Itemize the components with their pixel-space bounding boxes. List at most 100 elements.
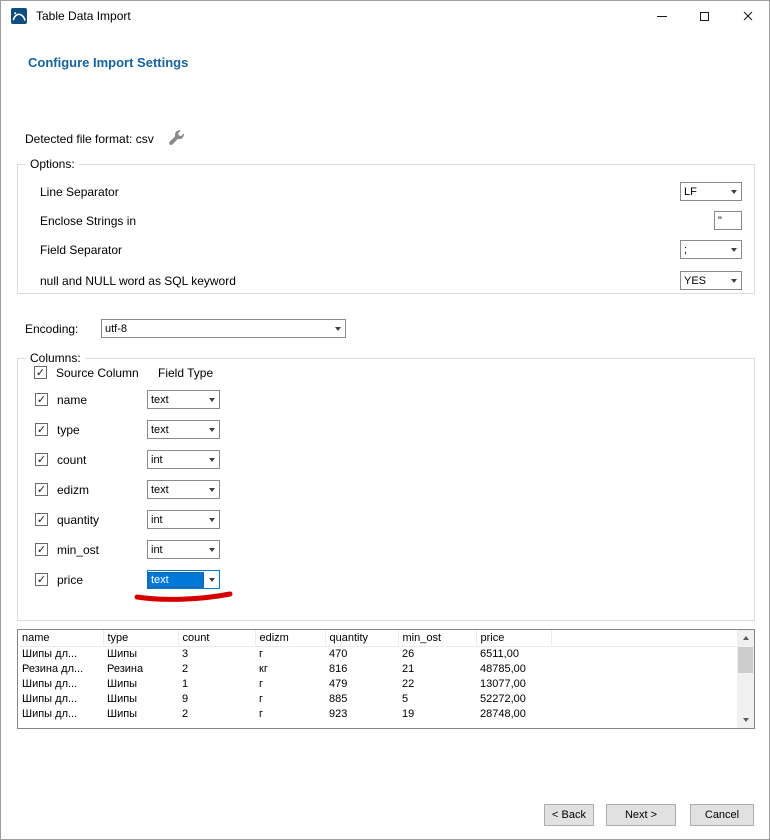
preview-header-row: name type count edizm quantity min_ost p… (18, 630, 737, 646)
cell-filler (551, 706, 737, 721)
cell: Шипы дл... (18, 691, 103, 706)
field-separator-select[interactable]: ; (680, 240, 742, 259)
maximize-button[interactable] (683, 1, 726, 31)
cell-filler (551, 676, 737, 691)
preview-header-name[interactable]: name (18, 630, 103, 646)
line-separator-value: LF (681, 184, 726, 200)
chevron-down-icon (204, 571, 219, 588)
field-type-select-type[interactable]: text (147, 420, 220, 439)
scroll-down-button[interactable] (737, 712, 754, 728)
field-type-select-edizm[interactable]: text (147, 480, 220, 499)
encoding-value: utf-8 (102, 321, 330, 337)
cell: Резина (103, 661, 178, 676)
encoding-label: Encoding: (25, 322, 78, 336)
close-button[interactable] (726, 1, 769, 31)
options-legend: Options: (26, 157, 79, 172)
source-column-header: Source Column (56, 366, 139, 380)
table-row[interactable]: Шипы дл... Шипы 9 г 885 5 52272,00 (18, 691, 737, 706)
cell: 470 (325, 646, 398, 661)
detected-file-format-label: Detected file format: csv (25, 132, 154, 146)
cell: Шипы дл... (18, 646, 103, 661)
table-row[interactable]: Шипы дл... Шипы 1 г 479 22 13077,00 (18, 676, 737, 691)
arrow-down-icon (743, 718, 749, 722)
preview-header-min_ost[interactable]: min_ost (398, 630, 476, 646)
table-row[interactable]: Шипы дл... Шипы 3 г 470 26 6511,00 (18, 646, 737, 661)
preview-header-price[interactable]: price (476, 630, 551, 646)
vertical-scrollbar[interactable] (737, 630, 754, 728)
column-checkbox-edizm[interactable] (35, 483, 48, 496)
cell: 3 (178, 646, 255, 661)
cell: 1 (178, 676, 255, 691)
preview-header-type[interactable]: type (103, 630, 178, 646)
cell: 52272,00 (476, 691, 551, 706)
line-separator-label: Line Separator (40, 185, 119, 199)
field-type-select-min_ost[interactable]: int (147, 540, 220, 559)
cell-filler (551, 691, 737, 706)
minimize-icon (657, 16, 667, 17)
table-row[interactable]: Резина дл... Резина 2 кг 816 21 48785,00 (18, 661, 737, 676)
column-checkbox-name[interactable] (35, 393, 48, 406)
cell: г (255, 646, 325, 661)
mysql-workbench-icon (11, 8, 27, 24)
field-type-select-price[interactable]: text (147, 570, 220, 589)
field-type-value-quantity: int (148, 512, 204, 528)
preview-header-count[interactable]: count (178, 630, 255, 646)
field-separator-label: Field Separator (40, 243, 122, 257)
select-all-columns-checkbox[interactable] (34, 366, 47, 379)
column-row-quantity: quantity int (18, 505, 754, 535)
cancel-button[interactable]: Cancel (690, 804, 754, 826)
arrow-up-icon (743, 636, 749, 640)
cell: 9 (178, 691, 255, 706)
field-type-select-count[interactable]: int (147, 450, 220, 469)
close-icon (743, 11, 753, 21)
table-row[interactable]: Шипы дл... Шипы 2 г 923 19 28748,00 (18, 706, 737, 721)
column-label-quantity: quantity (57, 513, 99, 527)
cell: кг (255, 661, 325, 676)
column-label-edizm: edizm (57, 483, 89, 497)
field-type-value-price: text (148, 572, 204, 588)
field-type-select-quantity[interactable]: int (147, 510, 220, 529)
cell: 48785,00 (476, 661, 551, 676)
chevron-down-icon (204, 481, 219, 498)
scrollbar-thumb[interactable] (738, 647, 753, 673)
column-checkbox-min_ost[interactable] (35, 543, 48, 556)
column-row-min_ost: min_ost int (18, 535, 754, 565)
cell: г (255, 691, 325, 706)
cell: 2 (178, 661, 255, 676)
next-button[interactable]: Next > (606, 804, 676, 826)
titlebar: Table Data Import (1, 1, 769, 31)
cell: 22 (398, 676, 476, 691)
column-checkbox-count[interactable] (35, 453, 48, 466)
cell: 6511,00 (476, 646, 551, 661)
cell: 28748,00 (476, 706, 551, 721)
cell: Резина дл... (18, 661, 103, 676)
column-checkbox-type[interactable] (35, 423, 48, 436)
cell: 885 (325, 691, 398, 706)
cell: г (255, 706, 325, 721)
chevron-down-icon (726, 272, 741, 289)
cell: Шипы (103, 646, 178, 661)
cell: 816 (325, 661, 398, 676)
cell: Шипы (103, 676, 178, 691)
preview-header-quantity[interactable]: quantity (325, 630, 398, 646)
line-separator-select[interactable]: LF (680, 182, 742, 201)
field-type-select-name[interactable]: text (147, 390, 220, 409)
cell: 479 (325, 676, 398, 691)
preview-header-edizm[interactable]: edizm (255, 630, 325, 646)
field-type-value-count: int (148, 452, 204, 468)
enclose-strings-input[interactable] (714, 211, 742, 230)
encoding-select[interactable]: utf-8 (101, 319, 346, 338)
cell-filler (551, 661, 737, 676)
chevron-down-icon (204, 511, 219, 528)
chevron-down-icon (204, 391, 219, 408)
null-keyword-label: null and NULL word as SQL keyword (40, 274, 236, 288)
null-keyword-select[interactable]: YES (680, 271, 742, 290)
field-type-value-edizm: text (148, 482, 204, 498)
minimize-button[interactable] (640, 1, 683, 31)
wrench-icon[interactable] (168, 130, 185, 147)
scroll-up-button[interactable] (737, 630, 754, 646)
column-checkbox-price[interactable] (35, 573, 48, 586)
column-checkbox-quantity[interactable] (35, 513, 48, 526)
back-button[interactable]: < Back (544, 804, 594, 826)
column-row-edizm: edizm text (18, 475, 754, 505)
